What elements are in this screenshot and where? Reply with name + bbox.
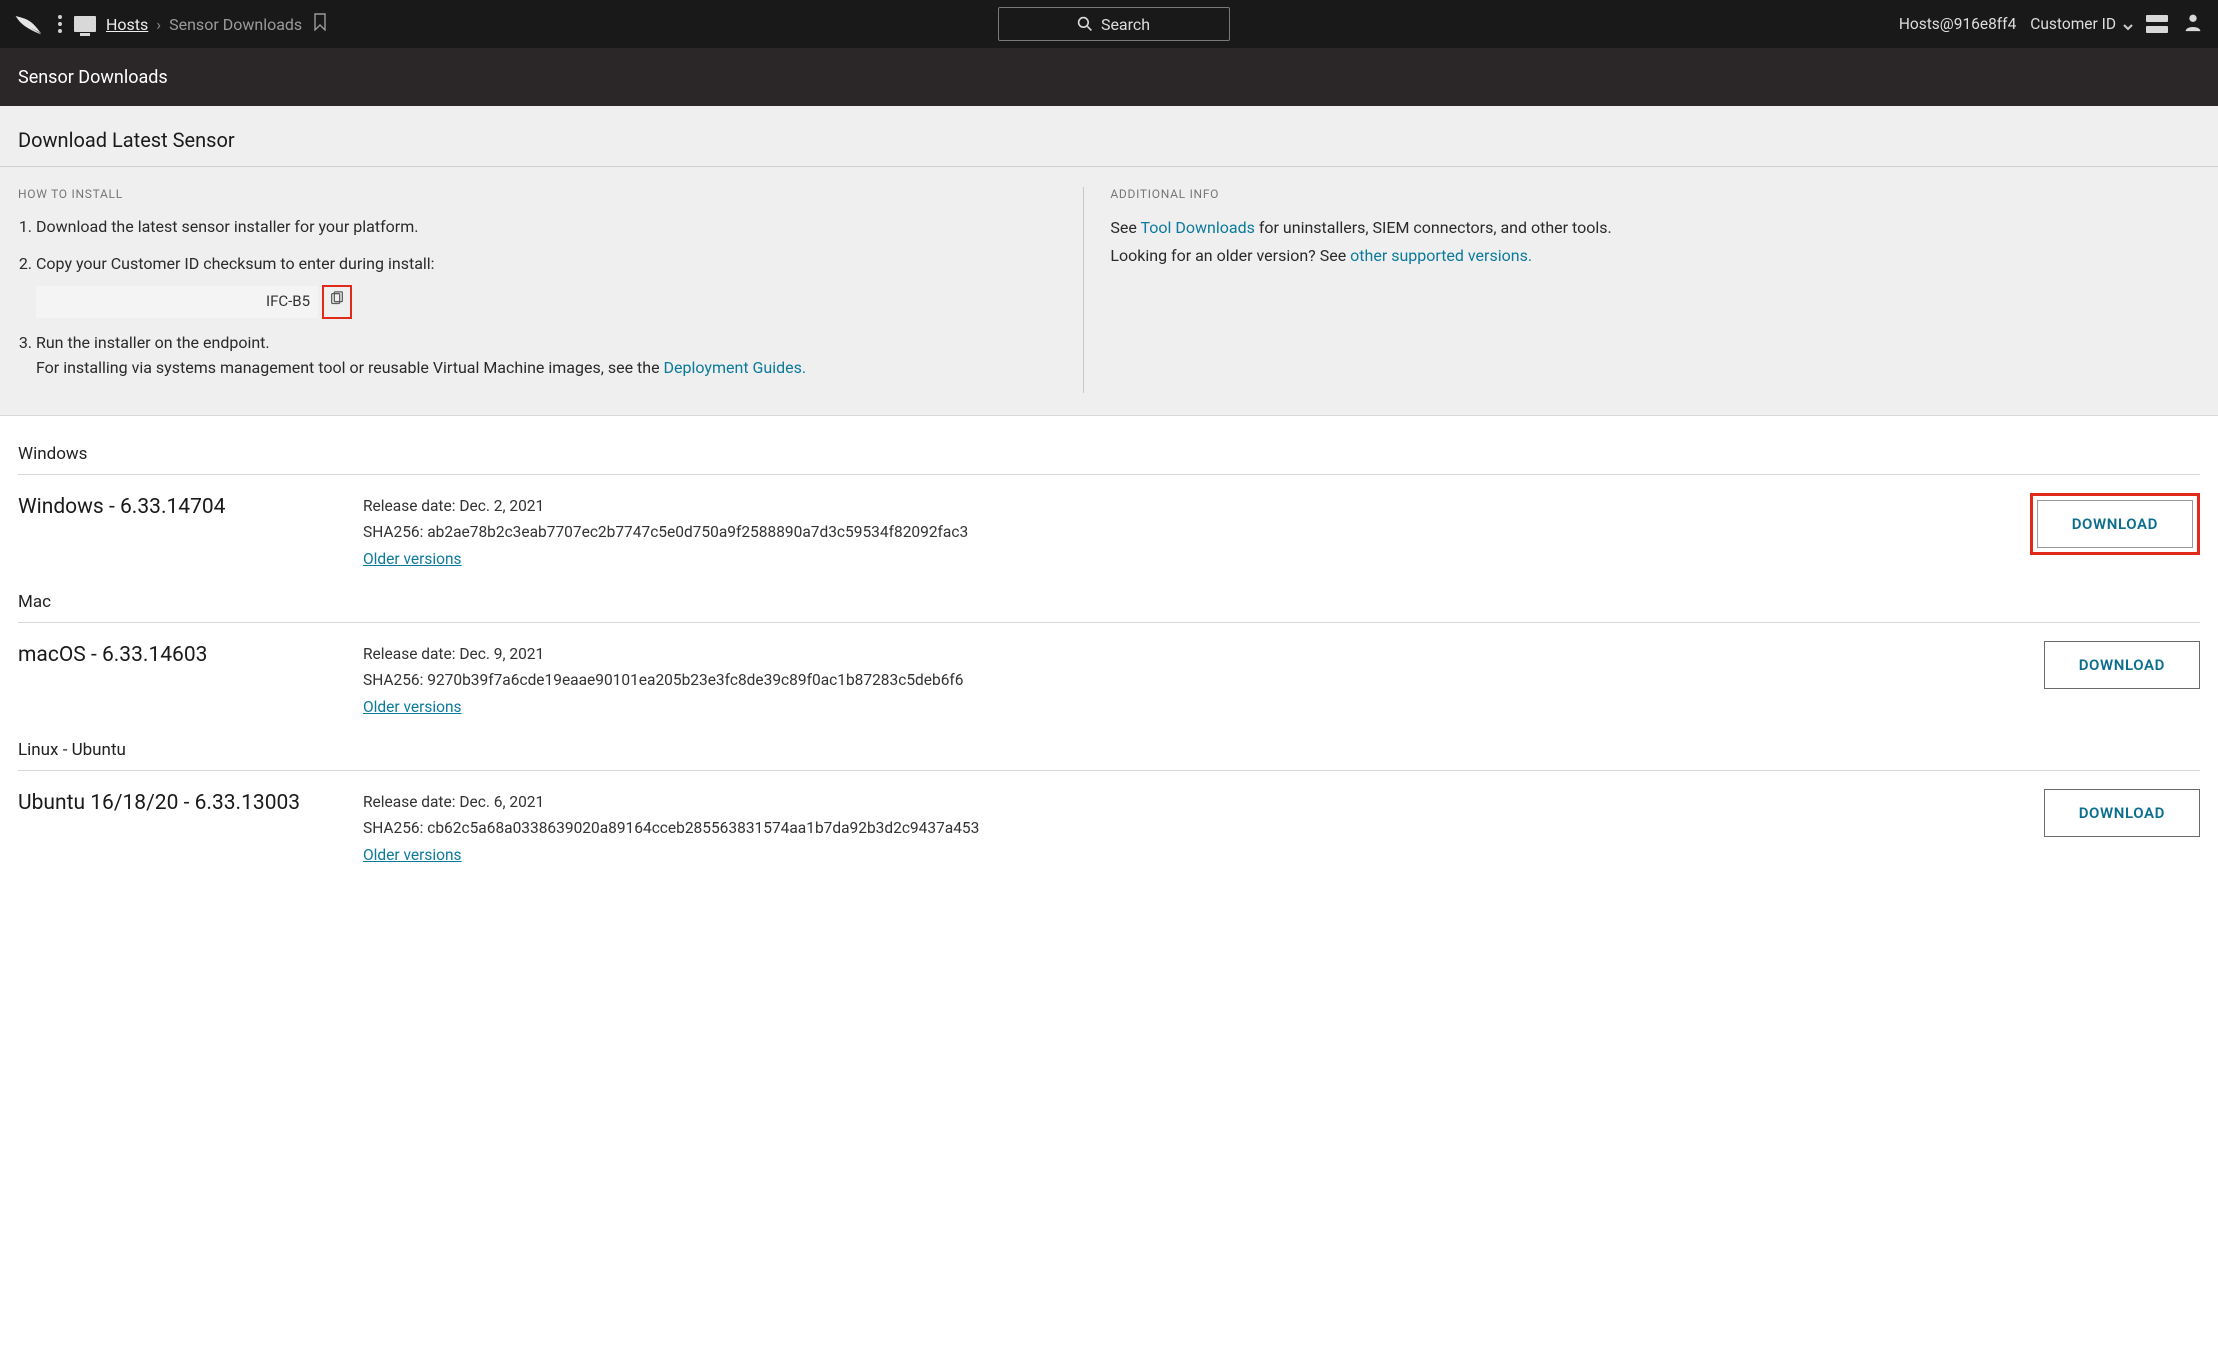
older-versions-link[interactable]: Older versions: [363, 550, 462, 568]
breadcrumb: Hosts › Sensor Downloads: [106, 15, 302, 34]
platform-group-header: Windows: [18, 432, 2200, 475]
copy-checksum-highlight: [322, 285, 352, 320]
section-title: Download Latest Sensor: [0, 106, 2218, 167]
platform-name: Ubuntu 16/18/20 - 6.33.13003: [18, 789, 363, 815]
platform-group-header: Linux - Ubuntu: [18, 728, 2200, 771]
breadcrumb-separator: ›: [156, 15, 161, 34]
topbar-right: Hosts@916e8ff4 Customer ID: [1899, 11, 2204, 37]
install-step-3: Run the installer on the endpoint. For i…: [36, 331, 1065, 381]
release-date: Release date: Dec. 6, 2021: [363, 789, 2044, 815]
breadcrumb-current: Sensor Downloads: [169, 15, 302, 34]
topbar-left: Hosts › Sensor Downloads: [14, 12, 328, 36]
additional-info-head: ADDITIONAL INFO: [1110, 187, 2200, 201]
platform-name: Windows - 6.33.14704: [18, 493, 363, 519]
platform-name: macOS - 6.33.14603: [18, 641, 363, 667]
chevron-down-icon: [2122, 19, 2132, 29]
sha256: SHA256: ab2ae78b2c3eab7707ec2b7747c5e0d7…: [363, 519, 2030, 545]
falcon-logo-icon[interactable]: [14, 12, 46, 36]
install-step-3a: Run the installer on the endpoint.: [36, 333, 270, 352]
download-button[interactable]: DOWNLOAD: [2044, 789, 2200, 837]
platform-info: Release date: Dec. 2, 2021SHA256: ab2ae7…: [363, 493, 2030, 572]
download-highlight: DOWNLOAD: [2030, 493, 2200, 555]
platform-row: Windows - 6.33.14704Release date: Dec. 2…: [18, 475, 2200, 580]
older-versions-link[interactable]: Older versions: [363, 698, 462, 716]
platform-group-header: Mac: [18, 580, 2200, 623]
release-date: Release date: Dec. 2, 2021: [363, 493, 2030, 519]
install-step-2: Copy your Customer ID checksum to enter …: [36, 252, 1065, 320]
additional-info: ADDITIONAL INFO See Tool Downloads for u…: [1083, 187, 2200, 393]
download-latest-section: Download Latest Sensor HOW TO INSTALL Do…: [0, 106, 2218, 416]
search-button[interactable]: Search: [998, 7, 1230, 41]
customer-id-dropdown[interactable]: Customer ID: [2030, 15, 2132, 33]
customer-id-label: Customer ID: [2030, 15, 2116, 33]
addl-p1-b: for uninstallers, SIEM connectors, and o…: [1255, 218, 1612, 237]
account-label: Hosts@916e8ff4: [1899, 15, 2016, 33]
install-step-3b: For installing via systems management to…: [36, 358, 664, 377]
topbar-center: Search: [328, 7, 1899, 41]
page-subheader: Sensor Downloads: [0, 48, 2218, 106]
platform-info: Release date: Dec. 6, 2021SHA256: cb62c5…: [363, 789, 2044, 868]
how-to-head: HOW TO INSTALL: [18, 187, 1065, 201]
page-title: Sensor Downloads: [18, 67, 168, 88]
install-step-2-text: Copy your Customer ID checksum to enter …: [36, 254, 435, 273]
other-versions-link[interactable]: other supported versions.: [1350, 246, 1532, 265]
user-icon[interactable]: [2182, 11, 2204, 37]
download-button-wrap: DOWNLOAD: [2044, 789, 2200, 837]
sha256: SHA256: 9270b39f7a6cde19eaae90101ea205b2…: [363, 667, 2044, 693]
addl-p2-a: Looking for an older version? See: [1110, 246, 1350, 265]
download-button-wrap: DOWNLOAD: [2044, 641, 2200, 689]
copy-icon[interactable]: [329, 290, 345, 315]
checksum-value: IFC-B5: [36, 286, 318, 317]
checksum-row: IFC-B5: [36, 285, 1065, 320]
search-icon: [1077, 16, 1093, 32]
how-to-install: HOW TO INSTALL Download the latest senso…: [18, 187, 1065, 393]
platform-row: Ubuntu 16/18/20 - 6.33.13003Release date…: [18, 771, 2200, 876]
tool-downloads-link[interactable]: Tool Downloads: [1140, 218, 1254, 237]
download-button-wrap: DOWNLOAD: [2030, 493, 2200, 555]
release-date: Release date: Dec. 9, 2021: [363, 641, 2044, 667]
bookmark-icon[interactable]: [312, 13, 328, 35]
breadcrumb-hosts-link[interactable]: Hosts: [106, 15, 148, 34]
topbar: Hosts › Sensor Downloads Search Hosts@91…: [0, 0, 2218, 48]
addl-p1-a: See: [1110, 218, 1140, 237]
platform-row: macOS - 6.33.14603Release date: Dec. 9, …: [18, 623, 2200, 728]
deployment-guides-link[interactable]: Deployment Guides.: [664, 358, 807, 377]
platforms-list: WindowsWindows - 6.33.14704Release date:…: [0, 416, 2218, 906]
install-step-1: Download the latest sensor installer for…: [36, 215, 1065, 240]
stack-icon[interactable]: [2146, 15, 2168, 33]
older-versions-link[interactable]: Older versions: [363, 846, 462, 864]
vertical-dots-icon[interactable]: [56, 15, 64, 33]
sha256: SHA256: cb62c5a68a0338639020a89164cceb28…: [363, 815, 2044, 841]
download-button[interactable]: DOWNLOAD: [2037, 500, 2193, 548]
monitor-icon[interactable]: [74, 16, 96, 32]
download-button[interactable]: DOWNLOAD: [2044, 641, 2200, 689]
platform-info: Release date: Dec. 9, 2021SHA256: 9270b3…: [363, 641, 2044, 720]
search-label: Search: [1101, 15, 1150, 34]
